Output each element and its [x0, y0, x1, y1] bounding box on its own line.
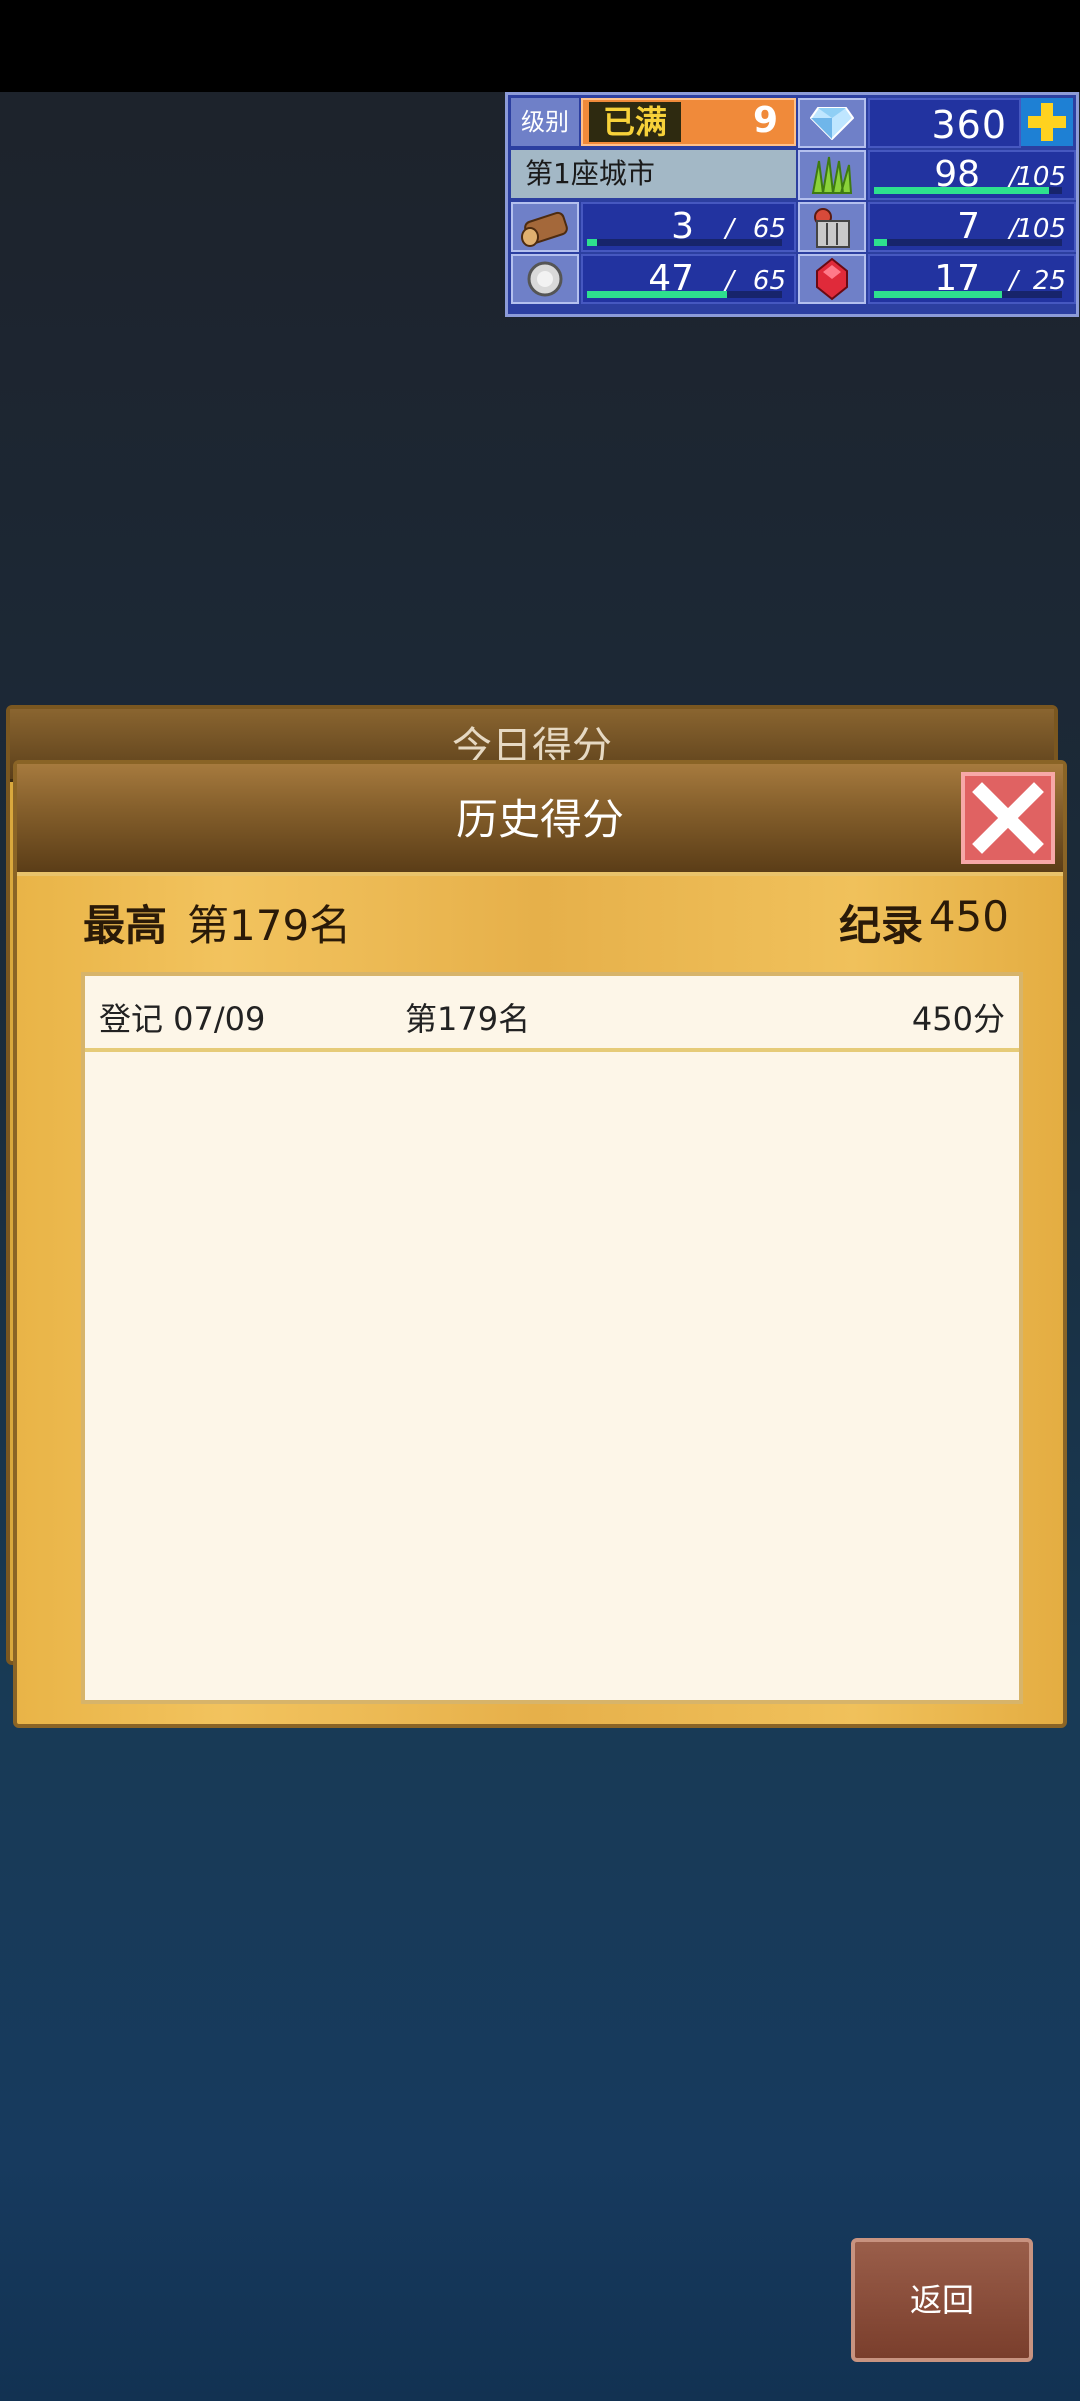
food-basket-icon: [798, 202, 866, 252]
stone-resource: 47 / 65: [581, 254, 796, 304]
food-bar-fill: [874, 239, 888, 246]
level-bar: 已满 9: [581, 98, 796, 146]
grass-bar-fill: [874, 187, 1049, 194]
record-value: 450: [928, 892, 1009, 941]
level-label: 级别: [511, 98, 579, 146]
plus-icon: [1028, 103, 1066, 141]
entry-rank: 第179名: [405, 1000, 531, 1038]
entry-score: 450分: [911, 1000, 1005, 1038]
stone-bar-fill: [587, 291, 728, 298]
grass-resource: 98 / 105: [868, 150, 1076, 200]
history-score-dialog: 历史得分 最高 第179名 纪录 450 登记 07/09 第179名 450分: [13, 760, 1067, 1728]
food-bar: [874, 239, 1062, 246]
score-summary: 最高 第179名 纪录 450: [17, 892, 1063, 952]
level-max-badge: 已满: [589, 102, 681, 142]
grass-icon: [798, 150, 866, 200]
add-gems-button[interactable]: [1021, 98, 1073, 146]
stone-icon: [511, 254, 579, 304]
wood-resource: 3 / 65: [581, 202, 796, 252]
ruby-bar: [874, 291, 1062, 298]
wood-bar-fill: [587, 239, 597, 246]
city-name: 第1座城市: [511, 150, 796, 198]
ruby-icon: [798, 254, 866, 304]
record-label: 纪录: [838, 901, 923, 950]
best-label: 最高: [83, 901, 168, 950]
ruby-bar-fill: [874, 291, 1002, 298]
list-item[interactable]: 登记 07/09 第179名 450分: [85, 976, 1019, 1052]
ruby-resource: 17 / 25: [868, 254, 1076, 304]
resource-hud: 级别 已满 9 360 第1座城市 98 / 105 3 / 65 7 / 10…: [505, 92, 1079, 317]
stone-bar: [587, 291, 782, 298]
entry-date: 登记 07/09: [99, 1000, 266, 1038]
gem-count: 360: [931, 103, 1007, 147]
level-value: 9: [752, 100, 778, 141]
grass-bar: [874, 187, 1062, 194]
status-bar: [0, 0, 1080, 92]
history-list[interactable]: 登记 07/09 第179名 450分: [81, 972, 1023, 1704]
close-icon: [972, 782, 1044, 854]
dialog-header: 历史得分: [17, 764, 1063, 876]
gem-count-box: 360: [868, 98, 1021, 148]
food-resource: 7 / 105: [868, 202, 1076, 252]
best-rank: 第179名: [187, 901, 352, 950]
close-button[interactable]: [961, 772, 1055, 864]
wood-log-icon: [511, 202, 579, 252]
dialog-title: 历史得分: [455, 795, 624, 844]
return-button[interactable]: 返回: [851, 2238, 1033, 2362]
wood-bar: [587, 239, 782, 246]
diamond-icon: [798, 98, 866, 148]
